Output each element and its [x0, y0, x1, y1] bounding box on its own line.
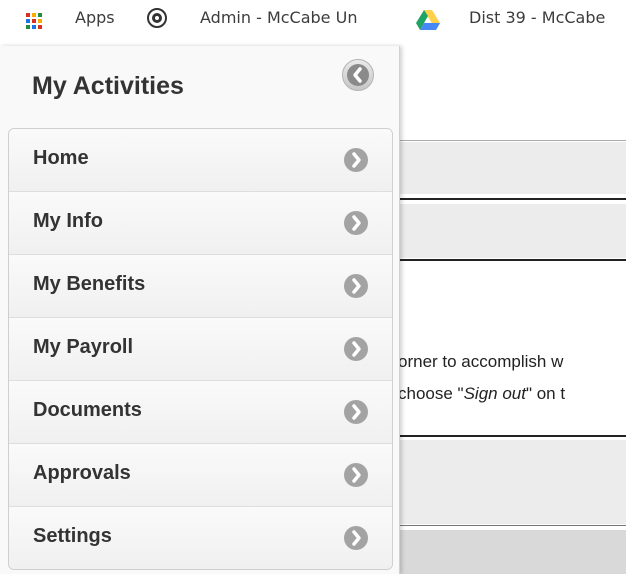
bookmark-dist39[interactable]: Dist 39 - McCabe — [469, 3, 605, 33]
panel-title: My Activities — [32, 72, 184, 100]
chevron-right-icon — [344, 274, 368, 298]
menu-item-my-benefits[interactable]: My Benefits — [9, 254, 392, 317]
bg-band-1 — [398, 142, 626, 194]
close-panel-button[interactable] — [342, 59, 374, 91]
chevron-right-icon — [344, 211, 368, 235]
menu-item-label: Approvals — [33, 462, 131, 484]
apps-grid-icon[interactable] — [26, 13, 42, 29]
bg-band-2 — [398, 204, 626, 258]
menu-item-my-info[interactable]: My Info — [9, 191, 392, 254]
google-drive-icon — [416, 10, 440, 34]
admin-globe-icon — [147, 8, 167, 32]
chevron-right-icon — [344, 337, 368, 361]
background-page: orner to accomplish w choose "Sign out" … — [398, 46, 626, 574]
menu-item-settings[interactable]: Settings — [9, 506, 392, 569]
bg-band-3 — [398, 440, 626, 524]
bookmark-apps[interactable]: Apps — [75, 3, 115, 33]
bg-text-line1: orner to accomplish w — [398, 352, 564, 371]
menu-item-label: My Payroll — [33, 336, 134, 358]
menu-item-approvals[interactable]: Approvals — [9, 443, 392, 506]
chevron-right-icon — [344, 526, 368, 550]
chevron-left-icon — [347, 64, 369, 86]
my-activities-panel: My Activities Home My Info My Benefits M… — [0, 46, 400, 574]
chevron-right-icon — [344, 400, 368, 424]
chevron-right-icon — [344, 148, 368, 172]
chevron-right-icon — [344, 463, 368, 487]
bg-band-4 — [398, 530, 626, 574]
menu-item-label: My Info — [33, 210, 103, 232]
menu-item-home[interactable]: Home — [9, 129, 392, 191]
menu-item-label: Home — [33, 147, 89, 169]
menu-item-label: Documents — [33, 399, 142, 421]
menu-item-label: My Benefits — [33, 273, 146, 295]
bg-text-line2: choose "Sign out" on t — [398, 384, 566, 403]
menu-item-label: Settings — [33, 525, 112, 547]
menu-item-documents[interactable]: Documents — [9, 380, 392, 443]
bookmarks-bar: Apps Admin - McCabe Un Dist 39 - McCabe — [0, 0, 626, 47]
menu-item-my-payroll[interactable]: My Payroll — [9, 317, 392, 380]
activities-menu: Home My Info My Benefits My Payroll Docu… — [8, 128, 393, 570]
bookmark-admin[interactable]: Admin - McCabe Un — [200, 3, 357, 33]
